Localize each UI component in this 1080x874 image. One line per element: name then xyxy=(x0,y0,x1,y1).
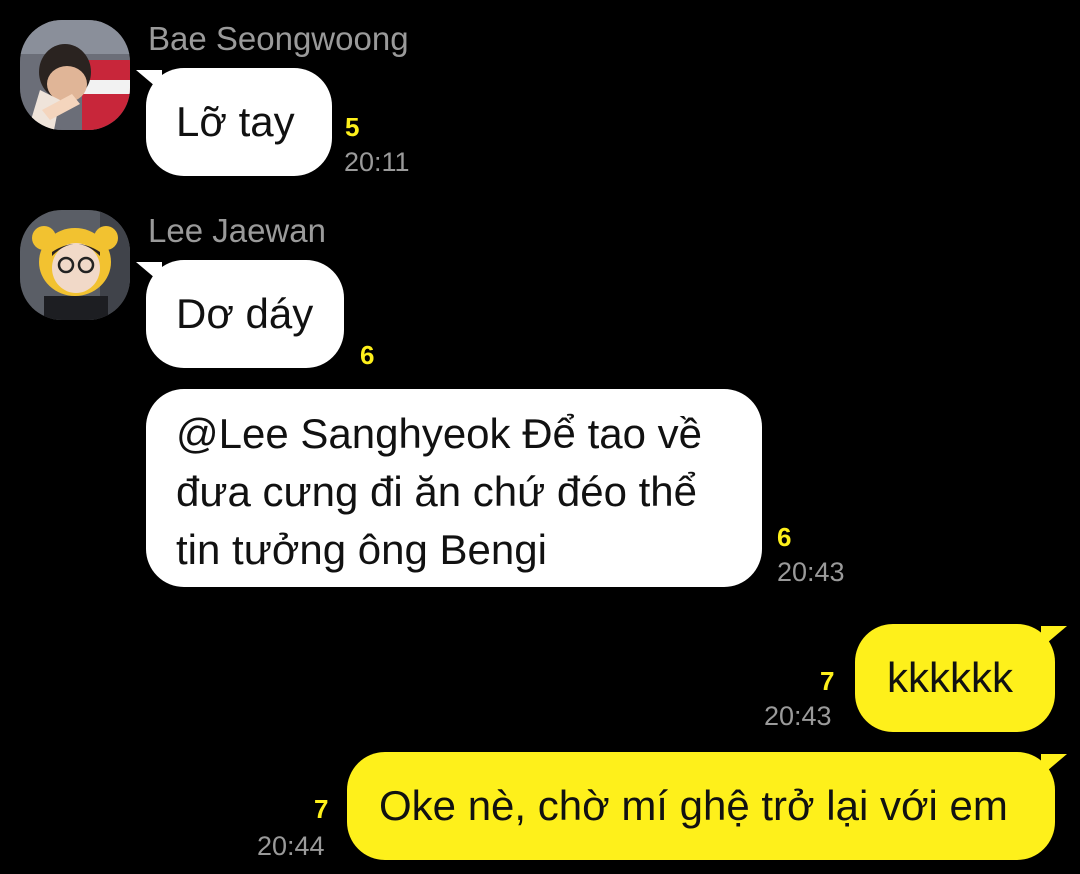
message-time: 20:43 xyxy=(764,701,832,731)
profile-photo-icon xyxy=(20,20,130,130)
unread-count: 5 xyxy=(345,112,360,142)
avatar-lee-jaewan[interactable] xyxy=(20,210,130,320)
message-text: Lỡ tay xyxy=(176,98,295,145)
message-text: Dơ dáy xyxy=(176,290,314,337)
message-time: 20:11 xyxy=(344,147,410,177)
message-time: 20:43 xyxy=(777,557,845,587)
unread-count: 6 xyxy=(360,340,375,370)
unread-count: 7 xyxy=(820,666,835,696)
message-bubble[interactable]: Dơ dáy xyxy=(146,260,344,368)
message-bubble[interactable]: Lỡ tay xyxy=(146,68,332,176)
message-text-line: tin tưởng ông Bengi xyxy=(176,526,547,573)
message-time: 20:44 xyxy=(257,831,325,861)
avatar-bae-seongwoong[interactable] xyxy=(20,20,130,130)
message-text: Oke nè, chờ mí ghệ trở lại với em xyxy=(379,782,1008,829)
message-bubble-outgoing[interactable]: Oke nè, chờ mí ghệ trở lại với em xyxy=(347,752,1055,860)
profile-photo-icon xyxy=(20,210,130,320)
message-text-line: @Lee Sanghyeok Để tao về xyxy=(176,410,702,457)
unread-count: 7 xyxy=(314,794,329,824)
message-bubble-outgoing[interactable]: kkkkkk xyxy=(855,624,1055,732)
unread-count: 6 xyxy=(777,522,792,552)
message-text: kkkkkk xyxy=(887,654,1013,701)
sender-name: Bae Seongwoong xyxy=(148,20,409,57)
message-bubble[interactable]: @Lee Sanghyeok Để tao về đưa cưng đi ăn … xyxy=(146,389,762,587)
sender-name: Lee Jaewan xyxy=(148,212,326,249)
message-text-line: đưa cưng đi ăn chứ đéo thể xyxy=(176,468,698,515)
